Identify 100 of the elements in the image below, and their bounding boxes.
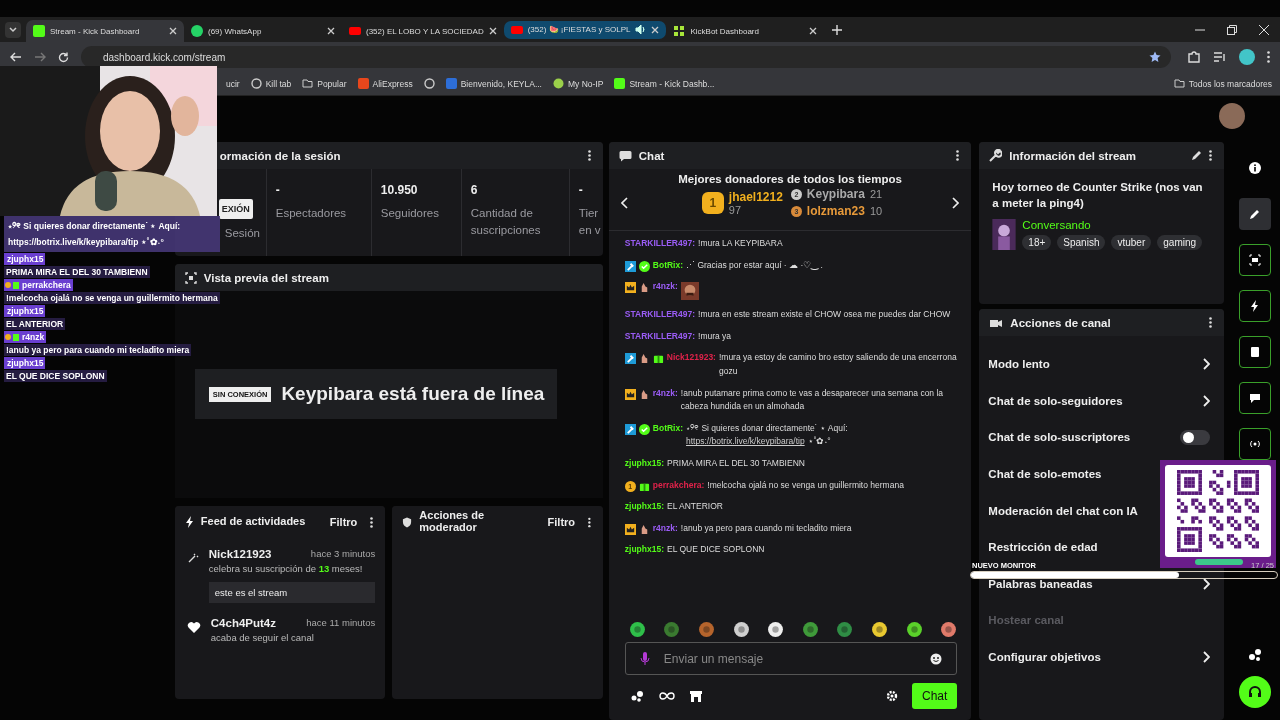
account-avatar[interactable] (1219, 103, 1245, 129)
browser-tab[interactable]: (352) 🍉 ¡FIESTAS y SOLPL (503, 20, 667, 39)
tag[interactable]: vtuber (1111, 235, 1152, 251)
chevron-icon[interactable] (1203, 358, 1211, 371)
bookmark[interactable]: Bienvenido, KEYLA... (445, 78, 542, 89)
channel-action[interactable]: Configurar objetivos (988, 651, 1101, 664)
bookmark[interactable] (423, 78, 435, 89)
bubble-icon[interactable] (1239, 382, 1272, 414)
chat-username[interactable]: r4nzk: (652, 386, 678, 401)
speaker-icon[interactable] (635, 24, 647, 35)
bookmark[interactable]: Stream - Kick Dashb... (614, 78, 715, 89)
profile-avatar[interactable] (1239, 49, 1255, 65)
restore-icon[interactable] (1227, 24, 1237, 35)
menu-icon[interactable] (1267, 51, 1270, 63)
playlist-icon[interactable] (1213, 50, 1227, 64)
chat-username[interactable]: perrakchera: (652, 478, 705, 493)
feed-username[interactable]: C4ch4Put4z (210, 616, 276, 629)
emote-icon[interactable] (871, 621, 889, 638)
more-icon[interactable] (370, 516, 374, 528)
emote-icon[interactable] (767, 621, 785, 638)
message-input[interactable]: Enviar un mensaje (661, 650, 919, 667)
note-icon[interactable] (1239, 336, 1272, 368)
emote-icon[interactable] (732, 621, 750, 638)
forward-icon[interactable] (34, 52, 46, 62)
browser-tab[interactable]: Stream - Kick Dashboard (26, 20, 184, 42)
support-button[interactable] (1239, 676, 1272, 708)
more-icon[interactable] (587, 150, 591, 161)
filter-button[interactable]: Filtro (547, 516, 576, 528)
close-tab-icon[interactable] (488, 27, 497, 35)
caret-icon[interactable] (8, 24, 18, 35)
chat-username[interactable]: BotRix: (652, 258, 684, 273)
emote-icon[interactable] (905, 621, 923, 638)
chevron-icon[interactable] (1203, 394, 1211, 407)
channel-action[interactable]: Chat de solo-emotes (988, 468, 1102, 481)
back-icon[interactable] (10, 52, 22, 62)
chat-username[interactable]: zjuphx15: (624, 500, 664, 514)
store-icon[interactable] (688, 689, 703, 703)
chat-username[interactable]: zjuphx15: (624, 543, 664, 557)
feed-username[interactable]: Nick121923 (208, 548, 272, 560)
browser-tab[interactable]: (69) WhatsApp (184, 20, 342, 42)
bookmark[interactable]: My No-IP (552, 78, 604, 89)
tag[interactable]: Spanish (1057, 235, 1106, 251)
category-link[interactable]: Conversando (1022, 219, 1203, 232)
emote-icon[interactable] (940, 621, 958, 638)
more-icon[interactable] (1209, 150, 1213, 161)
tag[interactable]: gaming (1157, 235, 1203, 251)
close-tab-icon[interactable] (327, 27, 335, 35)
chat-username[interactable]: r4nzk: (652, 280, 678, 294)
channel-action[interactable]: Chat de solo-suscriptores (988, 431, 1131, 444)
previous-icon[interactable] (620, 196, 628, 209)
bookmark[interactable]: Kill tab (250, 78, 292, 89)
chat-username[interactable]: Nick121923: (666, 351, 716, 365)
address-field[interactable]: dashboard.kick.com/stream (81, 46, 1171, 68)
channel-action[interactable]: Restricción de edad (988, 541, 1098, 554)
chevron-icon[interactable] (1203, 577, 1211, 590)
chat-username[interactable]: BotRix: (652, 421, 684, 436)
emoji-icon[interactable] (930, 652, 943, 665)
chat-username[interactable]: STARKILLER497: (624, 329, 695, 344)
puzzle-icon[interactable] (1187, 50, 1201, 64)
message-link[interactable]: https://botrix.live/k/keypibara/tip (686, 436, 805, 447)
points-icon[interactable] (630, 690, 645, 702)
more-icon[interactable] (588, 516, 591, 528)
channel-action[interactable]: Chat de solo-seguidores (988, 394, 1123, 407)
more-icon[interactable] (1209, 317, 1213, 328)
reload-icon[interactable] (58, 51, 69, 63)
browser-tab[interactable]: (352) EL LOBO Y LA SOCIEDAD (342, 20, 504, 42)
chat-username[interactable]: STARKILLER497: (624, 308, 695, 322)
points-icon[interactable] (1248, 648, 1263, 662)
close-icon[interactable] (1259, 24, 1269, 35)
bookmark[interactable]: ucir (226, 78, 240, 89)
channel-action[interactable]: Moderación del chat con IA (988, 504, 1138, 517)
microphone-icon[interactable] (639, 651, 650, 666)
all-bookmarks-button[interactable]: Todos los marcadores (1173, 78, 1272, 89)
close-tab-icon[interactable] (809, 27, 818, 35)
pencil-icon[interactable] (1239, 198, 1272, 230)
bookmark[interactable]: Popular (302, 78, 347, 89)
bolt-icon[interactable] (1239, 290, 1272, 322)
chat-username[interactable]: zjuphx15: (624, 456, 664, 471)
star-icon[interactable] (1149, 51, 1161, 63)
bookmark[interactable]: AliExpress (357, 78, 413, 89)
chevron-icon[interactable] (1203, 651, 1211, 664)
more-icon[interactable] (956, 150, 960, 161)
channel-action[interactable]: Palabras baneadas (988, 577, 1093, 590)
filter-button[interactable]: Filtro (329, 516, 358, 528)
close-tab-icon[interactable] (651, 25, 660, 34)
next-icon[interactable] (952, 196, 960, 209)
tag[interactable]: 18+ (1022, 235, 1052, 251)
close-tab-icon[interactable] (169, 27, 177, 35)
emote-icon[interactable] (628, 621, 646, 638)
screen-icon[interactable] (1239, 244, 1272, 276)
chat-username[interactable]: STARKILLER497: (624, 237, 695, 251)
message-field[interactable]: Enviar un mensaje (624, 642, 958, 675)
infinity-icon[interactable] (658, 691, 675, 701)
toggle-switch[interactable] (1180, 430, 1211, 445)
browser-tab[interactable]: KickBot Dashboard (666, 20, 825, 42)
chat-username[interactable]: r4nzk: (652, 521, 678, 536)
new-tab-icon[interactable] (832, 24, 843, 35)
channel-action[interactable]: Modo lento (988, 358, 1050, 371)
settings-icon[interactable] (886, 690, 898, 702)
send-button[interactable]: Chat (912, 683, 958, 709)
